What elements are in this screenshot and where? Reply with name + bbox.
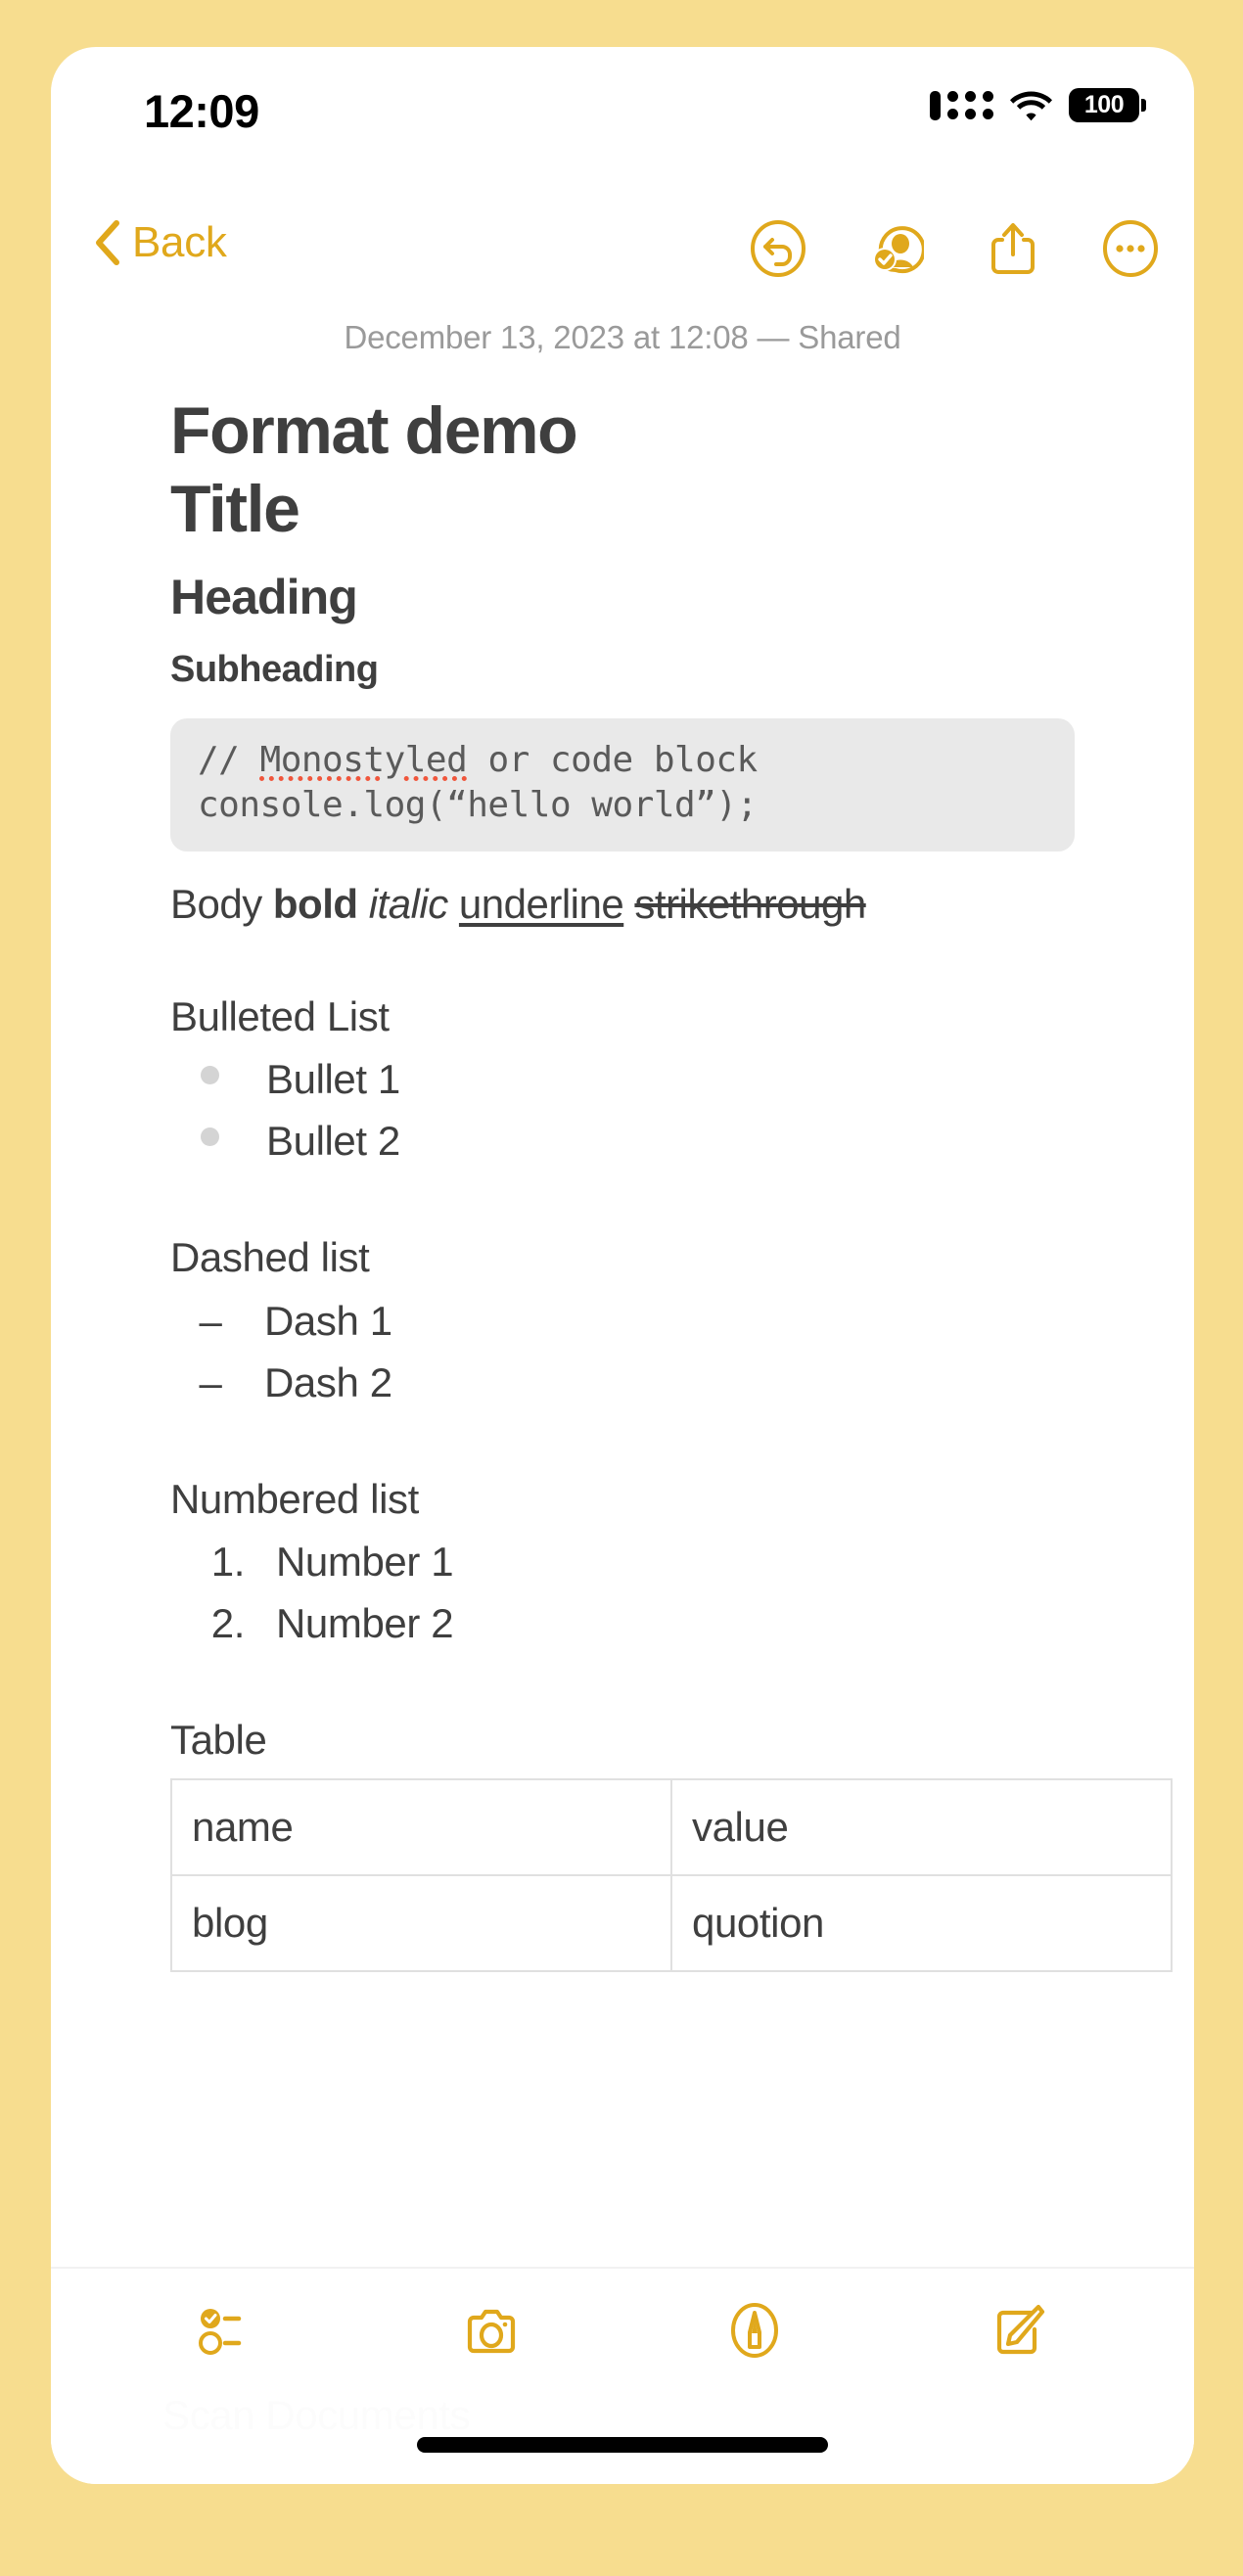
list-item: Bullet 2	[170, 1110, 1075, 1172]
note-document-body[interactable]: Format demo Title Heading Subheading // …	[51, 391, 1194, 1972]
misspelled-word: Monostyled	[259, 740, 468, 781]
camera-icon[interactable]	[461, 2300, 522, 2361]
home-indicator	[417, 2437, 828, 2453]
battery-icon: 100	[1069, 88, 1146, 122]
table-cell[interactable]: blog	[170, 1873, 672, 1972]
cellular-signal-icon	[930, 90, 993, 120]
list-item: 2. Number 2	[170, 1592, 1075, 1654]
battery-level-label: 100	[1083, 91, 1125, 118]
list-item-label: Dash 2	[264, 1358, 392, 1405]
numbered-list-label: Numbered list	[170, 1475, 419, 1522]
style-sample-subheading: Subheading	[170, 649, 379, 691]
checklist-icon[interactable]	[198, 2300, 258, 2361]
list-item: Bullet 1	[170, 1048, 1075, 1110]
ellipsis-circle-icon[interactable]	[1102, 220, 1159, 277]
list-item-label: Number 2	[276, 1600, 454, 1647]
numbered-list: 1. Number 1 2. Number 2	[170, 1531, 1075, 1654]
dash-marker: –	[199, 1358, 222, 1405]
format-underline-text: underline	[458, 881, 624, 928]
list-item-label: Bullet 1	[266, 1056, 400, 1103]
table-cell[interactable]: name	[170, 1777, 672, 1876]
format-body-text: Body	[170, 881, 273, 928]
person-check-circle-icon[interactable]	[867, 220, 924, 277]
note-content-scroll[interactable]: December 13, 2023 at 12:08 — Shared Form…	[51, 309, 1194, 2325]
text-format-sample-line: Body bold italic underline strikethrough	[170, 879, 1075, 931]
code-comment-rest: or code block	[467, 740, 758, 781]
dash-marker: –	[199, 1297, 222, 1344]
status-bar-time: 12:09	[144, 85, 259, 137]
dashed-list: – Dash 1 – Dash 2	[170, 1290, 1075, 1413]
share-up-arrow-icon[interactable]	[985, 220, 1041, 277]
table-row[interactable]: name value	[170, 1777, 1173, 1876]
bullet-icon	[170, 1121, 249, 1162]
list-item: – Dash 1	[170, 1290, 1075, 1352]
dashed-list-label: Dashed list	[170, 1234, 370, 1281]
code-block-line-2: console.log(“hello world”);	[198, 785, 758, 826]
status-bar: 12:09 100	[51, 47, 1194, 164]
bulleted-list: Bullet 1 Bullet 2	[170, 1048, 1075, 1172]
list-item: – Dash 2	[170, 1352, 1075, 1413]
table-label: Table	[170, 1717, 267, 1764]
undo-circle-icon[interactable]	[750, 220, 806, 277]
bottom-toolbar: Scan Documents	[51, 2267, 1194, 2484]
note-table[interactable]: name value blog quotion	[170, 1777, 1173, 1972]
navigation-actions	[750, 220, 1159, 277]
list-item-label: Bullet 2	[266, 1118, 400, 1165]
bottom-toolbar-actions	[51, 2300, 1194, 2361]
compose-pencil-icon[interactable]	[988, 2300, 1048, 2361]
format-italic-text: italic	[368, 881, 449, 928]
table-cell[interactable]: quotion	[670, 1873, 1173, 1972]
pen-circle-icon[interactable]	[724, 2300, 785, 2361]
navigation-toolbar: Back	[51, 218, 1194, 297]
scan-documents-ghost-label: Scan Documents	[162, 2392, 471, 2438]
code-comment-prefix: //	[198, 740, 260, 781]
table-row[interactable]: blog quotion	[170, 1873, 1173, 1972]
code-block-line-1: // Monostyled or code block	[198, 738, 1047, 783]
list-item-label: Dash 1	[264, 1297, 392, 1344]
list-item-label: Number 1	[276, 1539, 454, 1586]
chevron-left-icon	[96, 220, 119, 265]
bullet-icon	[170, 1059, 249, 1100]
list-item: 1. Number 1	[170, 1531, 1075, 1592]
format-bold-text: bold	[272, 881, 358, 928]
back-button[interactable]: Back	[94, 218, 227, 267]
style-sample-heading: Heading	[170, 570, 358, 625]
number-marker: 2.	[210, 1600, 246, 1647]
format-strikethrough-text: strikethrough	[634, 881, 866, 928]
style-sample-title: Title	[170, 472, 300, 547]
phone-screen: 12:09 100 Back December 13, 2023 at 12:0…	[51, 47, 1194, 2484]
bulleted-list-label: Bulleted List	[170, 992, 390, 1039]
status-bar-indicators: 100	[930, 88, 1146, 122]
note-date-label: December 13, 2023 at 12:08 — Shared	[344, 319, 901, 355]
table-cell[interactable]: value	[670, 1777, 1173, 1876]
wifi-icon	[1010, 91, 1052, 120]
back-button-label: Back	[132, 218, 227, 266]
note-title-heading: Format demo	[170, 393, 578, 468]
number-marker: 1.	[210, 1539, 246, 1586]
code-block[interactable]: // Monostyled or code block console.log(…	[170, 718, 1075, 852]
